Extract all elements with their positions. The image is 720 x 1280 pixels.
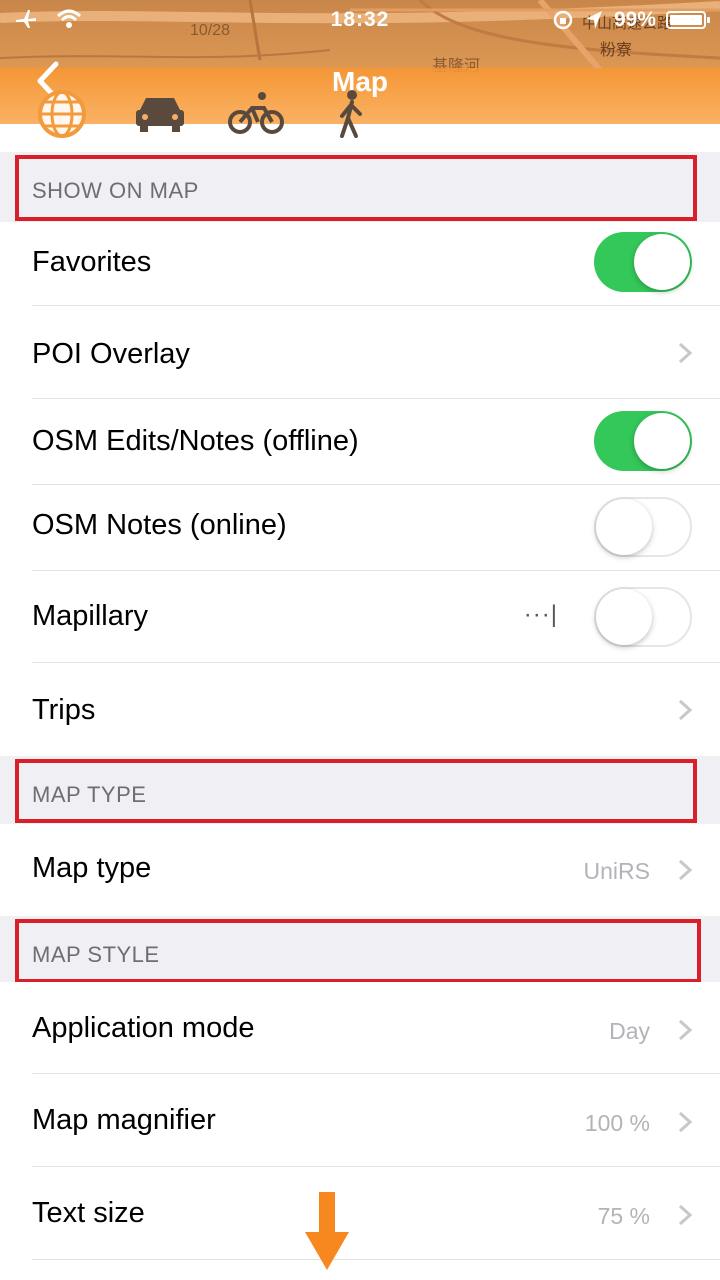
application-mode-value: Day — [609, 1018, 650, 1044]
section-map-type: MAP TYPE — [0, 756, 720, 824]
map-type-value: UniRS — [583, 858, 650, 884]
location-arrow-icon — [585, 11, 602, 29]
highlight-box — [15, 759, 697, 823]
row-label: Mapillary — [32, 600, 149, 632]
row-label: POI Overlay — [32, 338, 190, 370]
row-mapillary[interactable]: Mapillary ···| — [0, 571, 720, 663]
battery-percent: 99% — [613, 8, 656, 31]
highlight-box — [15, 155, 697, 221]
header: 10/28 基隆河 粉寮 中山高速公路 18:32 99% Map — [0, 0, 720, 152]
chevron-right-icon — [678, 859, 692, 881]
orientation-lock-icon — [553, 10, 573, 30]
chevron-right-icon — [678, 342, 692, 364]
osm-edits-toggle[interactable] — [594, 411, 692, 471]
chevron-right-icon — [678, 1019, 692, 1041]
row-poi-overlay[interactable]: POI Overlay — [0, 306, 720, 399]
row-application-mode[interactable]: Application mode Day — [0, 982, 720, 1074]
section-show-on-map: SHOW ON MAP — [0, 152, 720, 222]
bicycle-icon[interactable] — [228, 88, 284, 138]
row-osm-edits[interactable]: OSM Edits/Notes (offline) — [0, 399, 720, 485]
row-label: Map type — [32, 852, 152, 884]
osm-notes-toggle[interactable] — [594, 497, 692, 557]
favorites-toggle[interactable] — [594, 232, 692, 292]
row-trips[interactable]: Trips — [0, 663, 720, 756]
globe-icon[interactable] — [36, 88, 92, 138]
row-label: Application mode — [32, 1012, 255, 1044]
row-osm-notes[interactable]: OSM Notes (online) — [0, 485, 720, 571]
car-icon[interactable] — [132, 88, 188, 138]
mapillary-toggle[interactable] — [594, 587, 692, 647]
chevron-right-icon — [678, 1204, 692, 1226]
row-map-magnifier[interactable]: Map magnifier 100 % — [0, 1074, 720, 1167]
app-mode-selector — [36, 88, 396, 138]
row-map-type[interactable]: Map type UniRS — [0, 824, 720, 916]
row-label: OSM Edits/Notes (offline) — [32, 425, 359, 457]
pedestrian-icon[interactable] — [324, 88, 380, 138]
settings-list: SHOW ON MAP Favorites POI Overlay OSM Ed… — [0, 152, 720, 1260]
row-label: Text size — [32, 1197, 145, 1229]
row-label: Favorites — [32, 246, 152, 278]
highlight-box — [15, 919, 701, 983]
row-label: Trips — [32, 694, 96, 726]
text-size-value: 75 % — [597, 1203, 650, 1229]
row-text-size[interactable]: Text size 75 % — [0, 1167, 720, 1260]
map-magnifier-value: 100 % — [584, 1110, 650, 1136]
scroll-down-arrow-icon — [305, 1192, 349, 1270]
row-label: OSM Notes (online) — [32, 509, 287, 541]
status-bar: 18:32 99% — [0, 0, 720, 40]
section-map-style: MAP STYLE — [0, 916, 720, 983]
chevron-right-icon — [678, 1111, 692, 1133]
chevron-right-icon — [678, 699, 692, 721]
row-label: Map magnifier — [32, 1104, 216, 1136]
mapillary-extra-indicator: ···| — [523, 601, 558, 628]
row-favorites[interactable]: Favorites — [0, 222, 720, 306]
battery-icon — [666, 11, 710, 29]
